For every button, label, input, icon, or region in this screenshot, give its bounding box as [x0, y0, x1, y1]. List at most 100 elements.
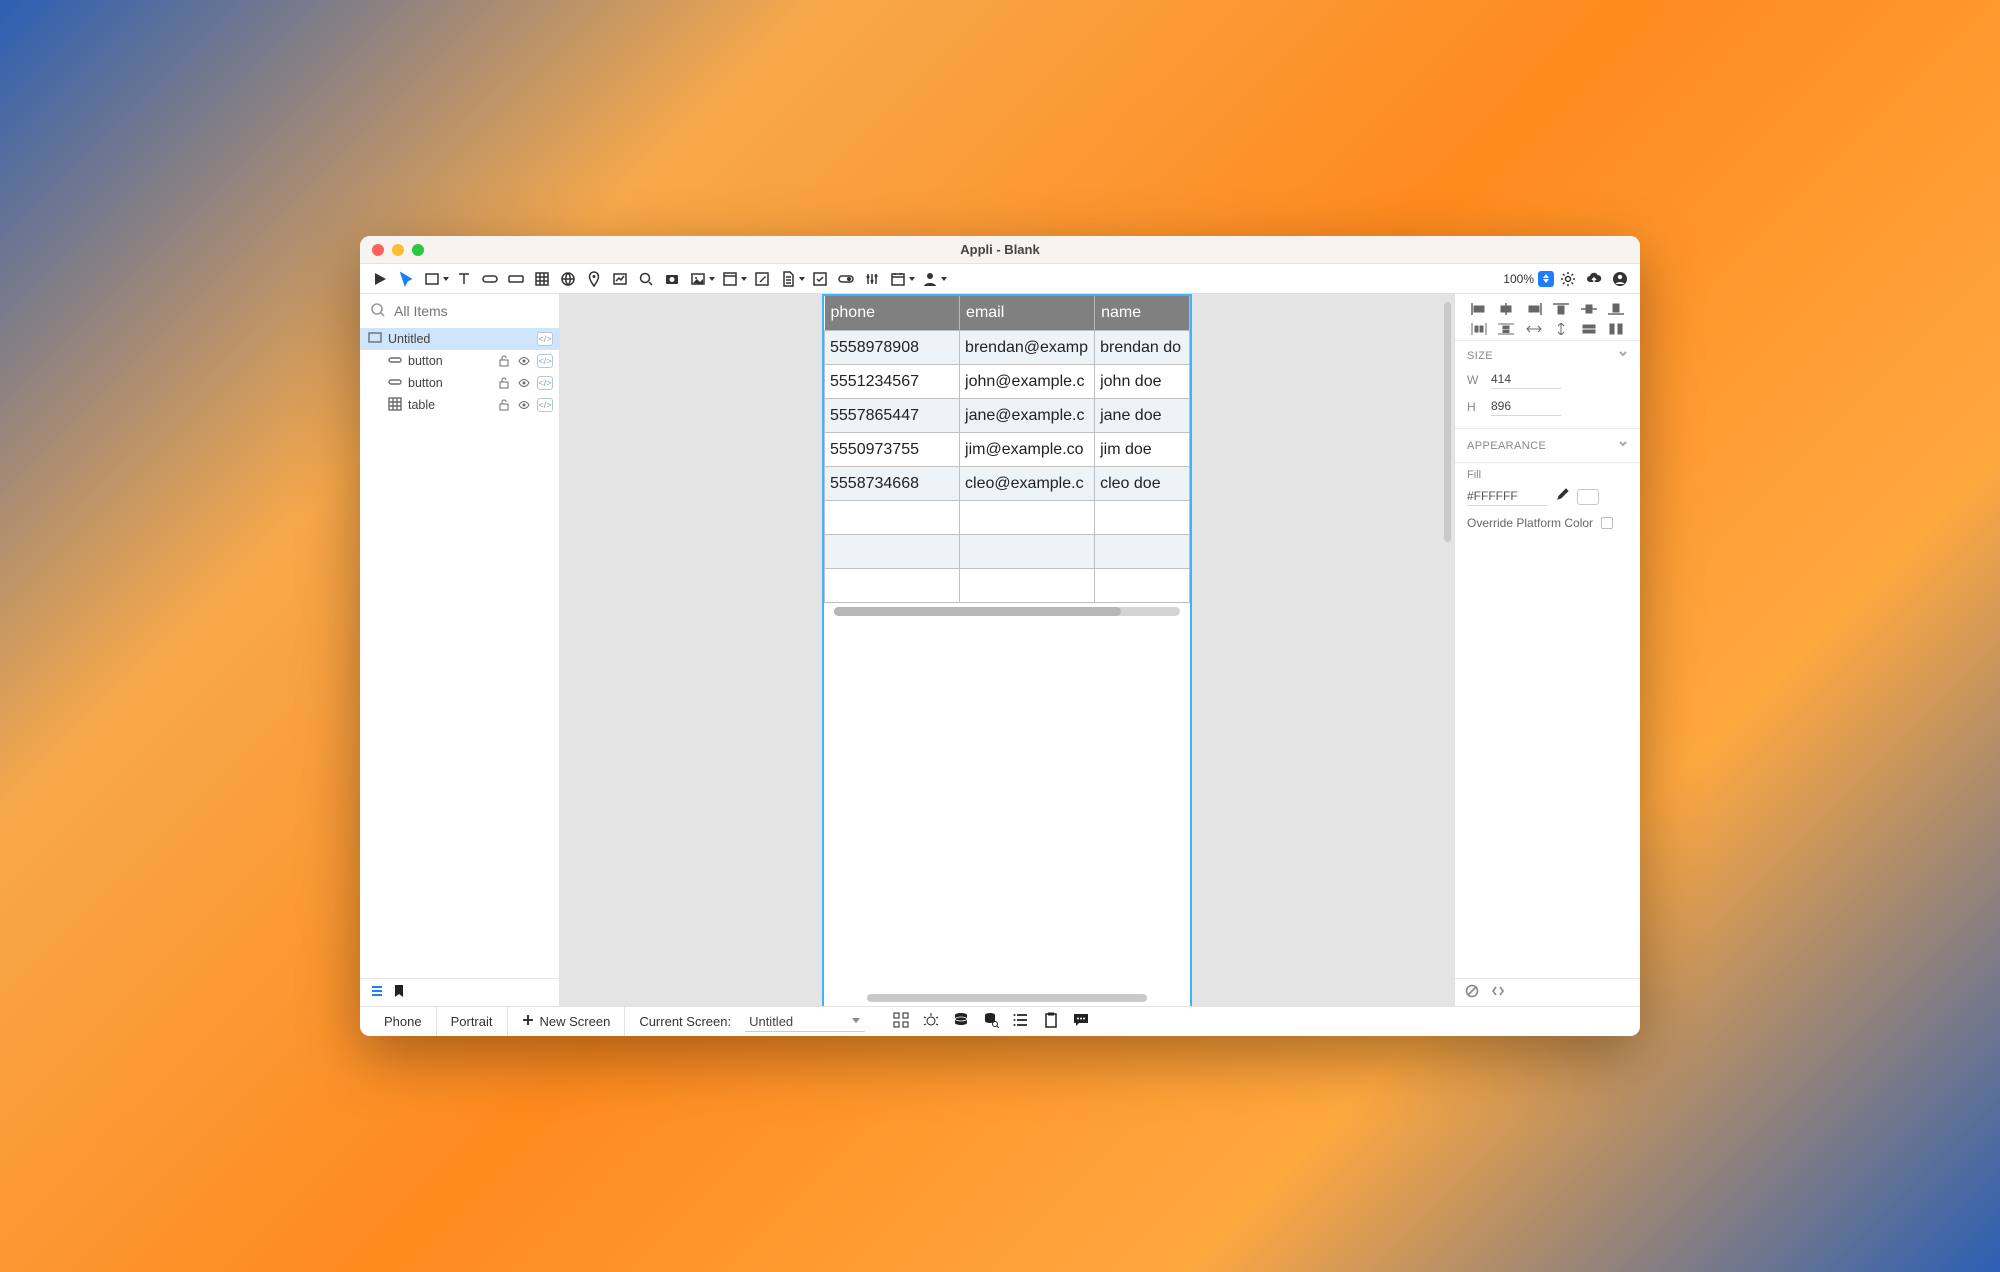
spacing-v-icon[interactable]: [1552, 322, 1570, 336]
table-cell[interactable]: [960, 535, 1095, 569]
current-screen-control[interactable]: Current Screen: Untitled: [625, 1007, 879, 1036]
checkbox-icon[interactable]: [808, 267, 832, 291]
list-view-icon[interactable]: [370, 984, 384, 1001]
camera-icon[interactable]: [660, 267, 684, 291]
database-search-icon[interactable]: [983, 1012, 999, 1031]
settings-gear-icon[interactable]: [1556, 267, 1580, 291]
table-cell[interactable]: jane@example.c: [960, 399, 1095, 433]
not-allowed-icon[interactable]: [1465, 984, 1479, 1001]
table-cell[interactable]: jane doe: [1095, 399, 1190, 433]
eye-icon[interactable]: [517, 377, 531, 389]
table-cell[interactable]: 5557865447: [825, 399, 960, 433]
width-input[interactable]: [1491, 370, 1561, 389]
col-header-phone[interactable]: phone: [825, 296, 960, 331]
table-cell[interactable]: [825, 535, 960, 569]
fill-input[interactable]: [1467, 487, 1547, 506]
button-widget[interactable]: [478, 267, 502, 291]
table-row[interactable]: 5557865447jane@example.cjane doe: [825, 399, 1190, 433]
eyedropper-icon[interactable]: [1555, 488, 1569, 505]
fill-swatch[interactable]: [1577, 489, 1599, 505]
table-row[interactable]: [825, 535, 1190, 569]
lock-open-icon[interactable]: [497, 377, 511, 389]
chat-icon[interactable]: [1073, 1012, 1089, 1031]
form-caret-icon[interactable]: [740, 271, 748, 286]
image-caret-icon[interactable]: [708, 271, 716, 286]
rectangle-tool-caret-icon[interactable]: [442, 271, 450, 286]
edit-icon[interactable]: [750, 267, 774, 291]
debug-icon[interactable]: [923, 1012, 939, 1031]
bookmark-icon[interactable]: [392, 984, 406, 1001]
grid-icon[interactable]: [893, 1012, 909, 1031]
table-cell[interactable]: john@example.c: [960, 365, 1095, 399]
table-horizontal-scrollbar[interactable]: [834, 607, 1180, 616]
lock-open-icon[interactable]: [497, 399, 511, 411]
minimize-window-button[interactable]: [392, 244, 404, 256]
override-color-checkbox[interactable]: [1601, 517, 1613, 529]
calendar-icon[interactable]: [886, 267, 910, 291]
account-icon[interactable]: [1608, 267, 1632, 291]
table-cell[interactable]: brendan@examp: [960, 331, 1095, 365]
document-icon[interactable]: [776, 267, 800, 291]
canvas[interactable]: phone email name 5558978908brendan@examp…: [560, 294, 1454, 1006]
code-badge-icon[interactable]: </>: [537, 398, 553, 412]
form-icon[interactable]: [718, 267, 742, 291]
align-hcenter-icon[interactable]: [1497, 302, 1515, 316]
user-icon[interactable]: [918, 267, 942, 291]
eye-icon[interactable]: [517, 355, 531, 367]
code-badge-icon[interactable]: </>: [537, 354, 553, 368]
play-button[interactable]: [368, 267, 392, 291]
user-caret-icon[interactable]: [940, 271, 948, 286]
toggle-icon[interactable]: [834, 267, 858, 291]
tree-item-button[interactable]: button </>: [360, 372, 559, 394]
table-row[interactable]: 5558734668cleo@example.ccleo doe: [825, 467, 1190, 501]
table-cell[interactable]: [1095, 569, 1190, 603]
size-section-header[interactable]: SIZE: [1455, 341, 1640, 366]
database-icon[interactable]: [953, 1012, 969, 1031]
input-widget[interactable]: [504, 267, 528, 291]
tree-item-button[interactable]: button </>: [360, 350, 559, 372]
col-header-email[interactable]: email: [960, 296, 1095, 331]
image-icon[interactable]: [686, 267, 710, 291]
chart-icon[interactable]: [608, 267, 632, 291]
table-cell[interactable]: 5558734668: [825, 467, 960, 501]
lock-open-icon[interactable]: [497, 355, 511, 367]
tree-item-table[interactable]: table </>: [360, 394, 559, 416]
current-screen-caret-icon[interactable]: [851, 1014, 861, 1029]
sliders-icon[interactable]: [860, 267, 884, 291]
data-table[interactable]: phone email name 5558978908brendan@examp…: [824, 296, 1190, 603]
appearance-section-header[interactable]: APPEARANCE: [1455, 428, 1640, 456]
table-cell[interactable]: [825, 569, 960, 603]
table-cell[interactable]: [1095, 501, 1190, 535]
table-cell[interactable]: [960, 569, 1095, 603]
sidebar-search-input[interactable]: [394, 303, 575, 319]
align-right-icon[interactable]: [1525, 302, 1543, 316]
spacing-h-icon[interactable]: [1525, 322, 1543, 336]
override-color-row[interactable]: Override Platform Color: [1467, 516, 1628, 530]
table-cell[interactable]: [825, 501, 960, 535]
table-cell[interactable]: brendan do: [1095, 331, 1190, 365]
zoom-stepper-icon[interactable]: [1538, 271, 1554, 287]
code-icon[interactable]: [1491, 984, 1505, 1001]
code-badge-icon[interactable]: </>: [537, 332, 553, 346]
table-row[interactable]: 5551234567john@example.cjohn doe: [825, 365, 1190, 399]
clipboard-icon[interactable]: [1043, 1012, 1059, 1031]
orientation-selector[interactable]: Portrait: [437, 1007, 508, 1036]
table-cell[interactable]: cleo@example.c: [960, 467, 1095, 501]
table-cell[interactable]: 5551234567: [825, 365, 960, 399]
table-row[interactable]: 5550973755jim@example.cojim doe: [825, 433, 1190, 467]
map-pin-icon[interactable]: [582, 267, 606, 291]
document-caret-icon[interactable]: [798, 271, 806, 286]
tree-item-screen[interactable]: Untitled </>: [360, 328, 559, 350]
table-cell[interactable]: jim@example.co: [960, 433, 1095, 467]
pointer-tool[interactable]: [394, 267, 418, 291]
match-width-icon[interactable]: [1580, 322, 1598, 336]
new-screen-button[interactable]: New Screen: [508, 1007, 626, 1036]
eye-icon[interactable]: [517, 399, 531, 411]
col-header-name[interactable]: name: [1095, 296, 1190, 331]
table-cell[interactable]: [1095, 535, 1190, 569]
search-icon[interactable]: [634, 267, 658, 291]
cloud-upload-icon[interactable]: [1582, 267, 1606, 291]
table-cell[interactable]: john doe: [1095, 365, 1190, 399]
canvas-horizontal-scrollbar[interactable]: [867, 994, 1147, 1002]
table-cell[interactable]: 5558978908: [825, 331, 960, 365]
